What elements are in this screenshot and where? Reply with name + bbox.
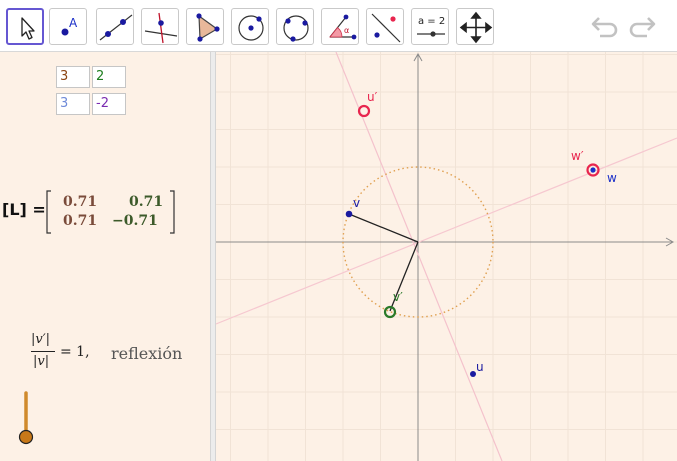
spreadsheet-cell-a1[interactable]: 3 [56, 66, 90, 88]
ratio-word: reflexión [111, 344, 183, 363]
label-u: u [476, 360, 484, 374]
perpendicular-line-tool-button[interactable] [141, 8, 179, 45]
redo-button[interactable] [627, 12, 657, 40]
point-icon: A [61, 16, 78, 36]
undo-icon [591, 17, 618, 38]
line-tool-button[interactable] [96, 8, 134, 45]
move-tool-button[interactable] [6, 8, 44, 45]
polygon-tool-button[interactable] [186, 8, 224, 45]
point-tool-button[interactable]: A [49, 8, 87, 45]
angle-icon: α [329, 14, 357, 40]
matrix-entry-22: −0.71 [112, 213, 158, 229]
ratio-equals: = 1, [60, 344, 90, 360]
matrix-label: [L] = [2, 200, 46, 219]
matrix-entry-12: 0.71 [129, 194, 164, 210]
redo-icon [629, 17, 656, 38]
slider-icon: a = 2 [417, 16, 445, 37]
angle-tool-button[interactable]: α [321, 8, 359, 45]
reflect-tool-button[interactable] [366, 8, 404, 45]
svg-text:α: α [344, 26, 349, 35]
label-v: v [353, 196, 360, 210]
slider-tool-label: a = 2 [418, 16, 445, 27]
circle-center-point-icon [238, 15, 264, 41]
slider-tool-button[interactable]: a = 2 [411, 8, 449, 45]
matrix-entry-21: 0.71 [63, 213, 98, 229]
ratio-numerator: |v′| [31, 332, 51, 347]
perpendicular-line-icon [144, 12, 178, 44]
ratio-denominator: |v| [33, 354, 50, 369]
circle-center-tool-button[interactable] [231, 8, 269, 45]
polygon-icon [196, 13, 220, 42]
toolbar: A α a = 2 [0, 0, 677, 52]
label-w: w [607, 171, 617, 185]
svg-text:A: A [69, 16, 78, 30]
matrix-entry-11: 0.71 [63, 194, 98, 210]
point-v[interactable] [345, 210, 353, 218]
cursor-arrow-icon [21, 17, 35, 40]
move-arrows-icon [459, 11, 493, 44]
label-u-prime: u′ [367, 90, 378, 104]
vertical-slider[interactable] [14, 390, 40, 450]
slider-handle[interactable] [18, 429, 34, 445]
spreadsheet-cell-a2[interactable]: 3 [56, 93, 90, 115]
fraction-bar [31, 351, 55, 352]
undo-button[interactable] [590, 12, 620, 40]
spreadsheet-cell-b1[interactable]: 2 [92, 66, 126, 88]
label-v-prime: v′ [393, 290, 403, 304]
point-w[interactable] [590, 167, 596, 173]
circle-three-points-tool-button[interactable] [276, 8, 314, 45]
circle-three-points-icon [283, 15, 309, 42]
line-through-points-icon [99, 14, 133, 41]
reflect-about-line-icon [371, 13, 401, 43]
spreadsheet-cell-b2[interactable]: -2 [92, 93, 126, 115]
algebra-view: 3 2 3 -2 [L] = 0.71 0.71 0.71 −0.71 |v′|… [0, 52, 210, 461]
graphics-view[interactable]: u′ w′ w v v′ u [216, 52, 677, 461]
label-w-prime: w′ [571, 149, 584, 163]
move-view-tool-button[interactable] [456, 8, 494, 45]
